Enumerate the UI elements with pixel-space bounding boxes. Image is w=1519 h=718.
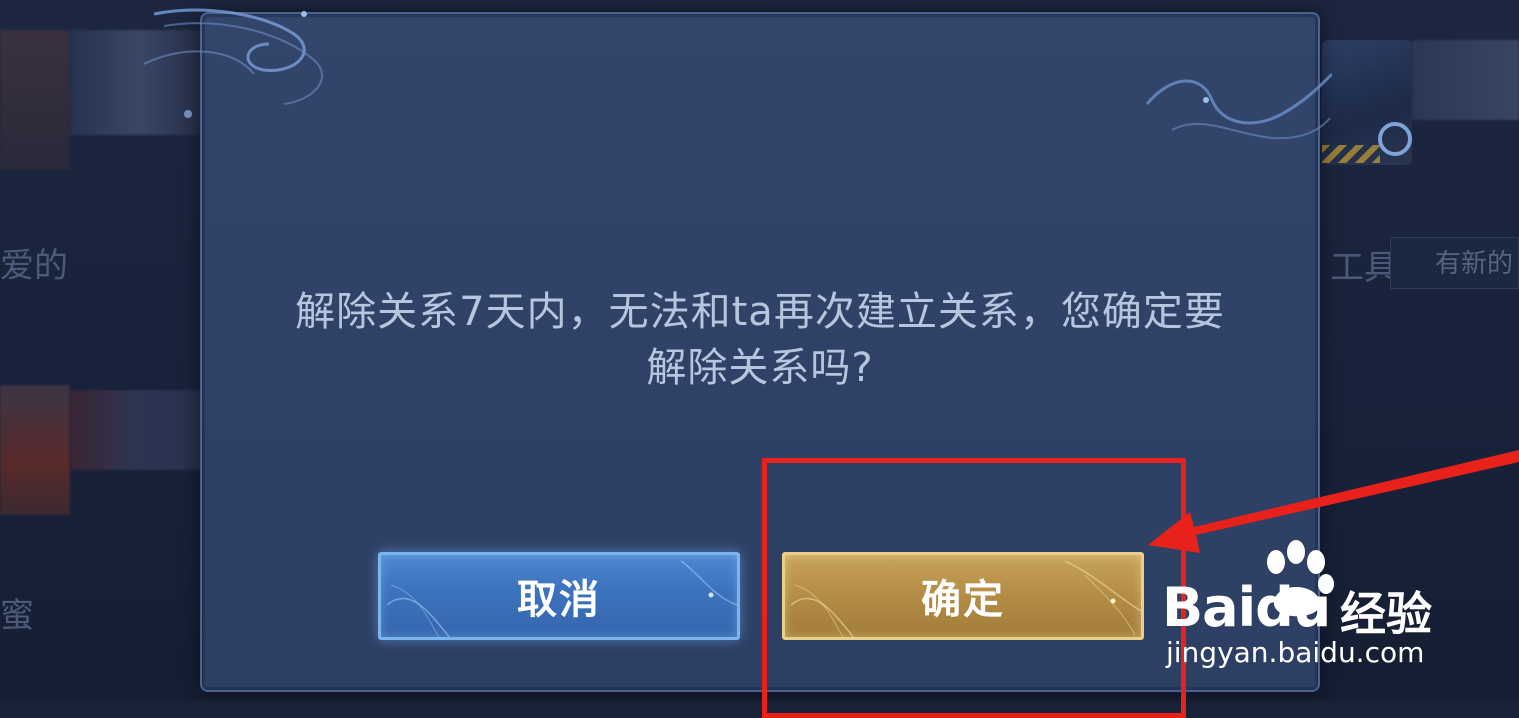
background-label: 爱的	[0, 246, 68, 286]
watermark-url: jingyan.baidu.com	[1166, 636, 1425, 669]
dialog-message: 解除关系7天内，无法和ta再次建立关系，您确定要 解除关系吗?	[202, 284, 1318, 396]
blurred-avatar	[70, 390, 208, 470]
jingyan-label: 经验	[1340, 587, 1432, 641]
background-label: 蜜	[0, 596, 34, 636]
baidu-logo-text: Baidu	[1162, 576, 1331, 639]
background-badge: 有新的	[1390, 237, 1519, 289]
message-line: 解除关系吗?	[646, 345, 874, 391]
message-line: 解除关系7天内，无法和ta再次建立关系，您确定要	[295, 289, 1225, 335]
blurred-avatar	[0, 30, 70, 170]
cancel-button[interactable]: 取消	[378, 552, 740, 640]
banner-ring-icon	[1378, 122, 1412, 156]
blurred-avatar	[0, 385, 70, 515]
blurred-avatar	[70, 30, 210, 135]
banner-zigzag	[1322, 145, 1380, 163]
top-right-ornament	[1145, 72, 1332, 140]
confirm-button-label: 确定	[921, 577, 1005, 623]
cancel-button-label: 取消	[517, 577, 601, 623]
background-label: 工具	[1330, 248, 1398, 288]
baidu-jingyan-watermark: Baidu 经验 jingyan.baidu.com	[1162, 540, 1452, 670]
blurred-avatar	[1412, 40, 1519, 120]
